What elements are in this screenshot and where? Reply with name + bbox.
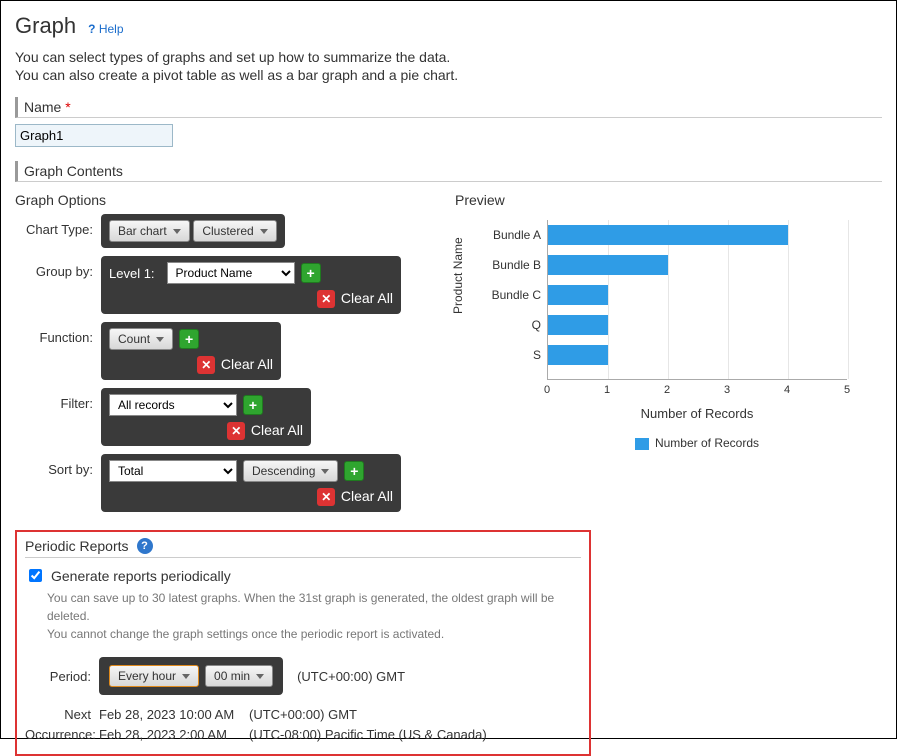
group-by-label: Group by: [15, 256, 101, 279]
graph-contents-header: Graph Contents [15, 161, 882, 182]
help-icon[interactable]: ? [137, 538, 153, 554]
chevron-down-icon [156, 337, 164, 342]
sort-direction-dropdown[interactable]: Descending [243, 460, 338, 482]
add-filter-button[interactable]: + [243, 395, 263, 415]
close-icon[interactable]: ✕ [317, 290, 335, 308]
period-frequency-dropdown[interactable]: Every hour [109, 665, 199, 687]
sort-clear-all[interactable]: Clear All [341, 488, 393, 504]
add-group-button[interactable]: + [301, 263, 321, 283]
periodic-reports-header: Periodic Reports [25, 538, 129, 554]
sort-field-select[interactable]: Total [109, 460, 237, 482]
generate-periodically-label: Generate reports periodically [51, 568, 231, 584]
close-icon[interactable]: ✕ [227, 422, 245, 440]
function-clear-all[interactable]: Clear All [221, 356, 273, 372]
group-by-field-select[interactable]: Product Name [167, 262, 295, 284]
page-title: Graph [15, 13, 76, 39]
chevron-down-icon [256, 674, 264, 679]
group-by-clear-all[interactable]: Clear All [341, 290, 393, 306]
chart-type-label: Chart Type: [15, 214, 101, 237]
chart-legend: Number of Records [547, 436, 847, 450]
filter-clear-all[interactable]: Clear All [251, 422, 303, 438]
intro-text: You can select types of graphs and set u… [15, 49, 882, 83]
function-label: Function: [15, 322, 101, 345]
chart-bar [548, 255, 668, 275]
function-dropdown[interactable]: Count [109, 328, 173, 350]
close-icon[interactable]: ✕ [197, 356, 215, 374]
close-icon[interactable]: ✕ [317, 488, 335, 506]
add-function-button[interactable]: + [179, 329, 199, 349]
graph-options-title: Graph Options [15, 192, 435, 208]
graph-name-input[interactable] [15, 124, 173, 147]
chart-type-sub-dropdown[interactable]: Clustered [193, 220, 276, 242]
name-section-header: Name * [15, 97, 882, 118]
add-sort-button[interactable]: + [344, 461, 364, 481]
group-by-level-label: Level 1: [109, 266, 155, 281]
next-occurrence-label: Next Occurrence: [25, 705, 99, 744]
chevron-down-icon [182, 674, 190, 679]
chart-bar [548, 315, 608, 335]
preview-chart: Product Name Bundle ABundle BBundle CQS … [455, 214, 855, 464]
generate-periodically-checkbox[interactable] [29, 569, 42, 582]
chart-bar [548, 225, 788, 245]
chevron-down-icon [260, 229, 268, 234]
chart-y-axis-label: Product Name [451, 237, 465, 314]
chevron-down-icon [321, 469, 329, 474]
period-minute-dropdown[interactable]: 00 min [205, 665, 273, 687]
filter-label: Filter: [15, 388, 101, 411]
period-label: Period: [25, 669, 99, 684]
help-link[interactable]: Help [88, 22, 123, 36]
chevron-down-icon [173, 229, 181, 234]
periodic-hint: You can save up to 30 latest graphs. Whe… [47, 589, 581, 643]
periodic-reports-section: Periodic Reports ? Generate reports peri… [15, 530, 591, 756]
next-occurrence-values: Feb 28, 2023 10:00 AM(UTC+00:00) GMT Feb… [99, 705, 487, 744]
preview-title: Preview [455, 192, 882, 208]
period-timezone: (UTC+00:00) GMT [297, 669, 405, 684]
legend-swatch [635, 438, 649, 450]
sort-by-label: Sort by: [15, 454, 101, 477]
chart-type-main-dropdown[interactable]: Bar chart [109, 220, 190, 242]
chart-bar [548, 285, 608, 305]
chart-bar [548, 345, 608, 365]
chart-x-axis-label: Number of Records [547, 406, 847, 421]
filter-select[interactable]: All records [109, 394, 237, 416]
